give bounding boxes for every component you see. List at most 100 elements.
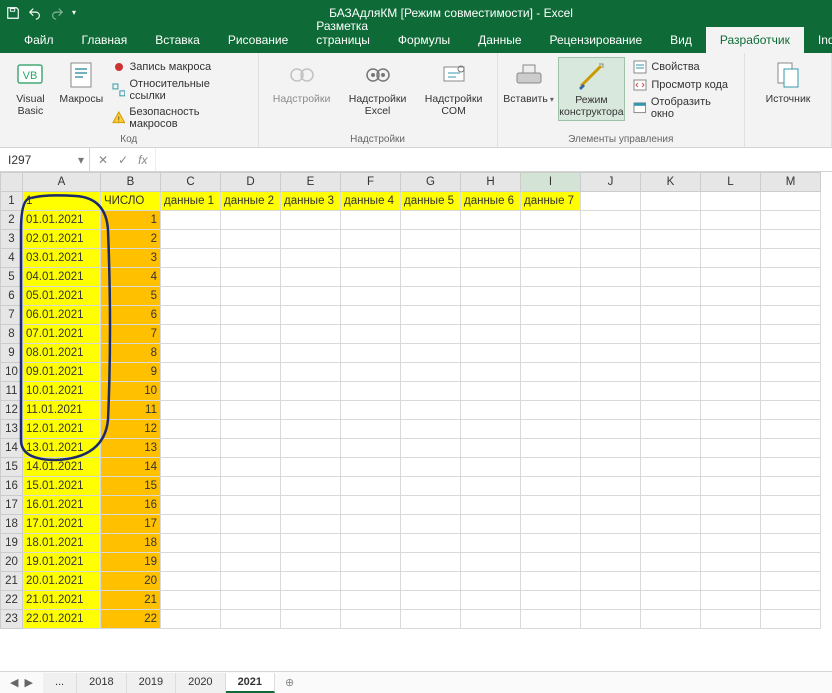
cell[interactable]	[701, 458, 761, 477]
tab-formulas[interactable]: Формулы	[384, 27, 464, 53]
cell[interactable]	[641, 325, 701, 344]
cell[interactable]	[341, 325, 401, 344]
row-header[interactable]: 8	[1, 325, 23, 344]
cell[interactable]	[761, 325, 821, 344]
cell[interactable]	[281, 610, 341, 629]
cell[interactable]	[761, 439, 821, 458]
cell[interactable]	[461, 420, 521, 439]
cell[interactable]	[521, 401, 581, 420]
cell[interactable]	[581, 477, 641, 496]
cell[interactable]: 04.01.2021	[23, 268, 101, 287]
tab-draw[interactable]: Рисование	[214, 27, 302, 53]
cell[interactable]	[641, 363, 701, 382]
column-header-B[interactable]: B	[101, 173, 161, 192]
cell[interactable]	[521, 458, 581, 477]
cell[interactable]	[461, 287, 521, 306]
cell[interactable]	[701, 249, 761, 268]
cell[interactable]: ЧИСЛО	[101, 192, 161, 211]
cell[interactable]	[761, 515, 821, 534]
cell[interactable]	[701, 287, 761, 306]
cell[interactable]	[461, 268, 521, 287]
row-header[interactable]: 7	[1, 306, 23, 325]
cell[interactable]	[341, 515, 401, 534]
cell[interactable]	[401, 420, 461, 439]
cell[interactable]	[521, 553, 581, 572]
cell[interactable]: 11.01.2021	[23, 401, 101, 420]
cell[interactable]	[341, 439, 401, 458]
tab-insert[interactable]: Вставка	[141, 27, 214, 53]
cell[interactable]	[401, 572, 461, 591]
cell[interactable]	[161, 230, 221, 249]
tab-file[interactable]: Файл	[10, 27, 68, 53]
cell[interactable]	[281, 325, 341, 344]
cell[interactable]	[161, 249, 221, 268]
redo-icon[interactable]	[50, 6, 64, 20]
cell[interactable]	[221, 496, 281, 515]
cell[interactable]: 7	[101, 325, 161, 344]
cell[interactable]	[761, 249, 821, 268]
cell[interactable]	[761, 420, 821, 439]
cell[interactable]	[401, 458, 461, 477]
cell[interactable]	[401, 591, 461, 610]
cell[interactable]	[221, 230, 281, 249]
cell[interactable]: 22.01.2021	[23, 610, 101, 629]
cell[interactable]	[761, 211, 821, 230]
cell[interactable]: данные 4	[341, 192, 401, 211]
cell[interactable]	[761, 192, 821, 211]
cell[interactable]	[281, 553, 341, 572]
cell[interactable]	[221, 572, 281, 591]
row-header[interactable]: 17	[1, 496, 23, 515]
cell[interactable]	[401, 534, 461, 553]
cell[interactable]	[221, 610, 281, 629]
cell[interactable]	[281, 477, 341, 496]
cell[interactable]	[761, 477, 821, 496]
cell[interactable]	[641, 515, 701, 534]
sheet-tab-ellipsis[interactable]: ...	[43, 673, 77, 693]
cell[interactable]	[281, 401, 341, 420]
cell[interactable]: 5	[101, 287, 161, 306]
cell[interactable]	[641, 211, 701, 230]
cell[interactable]: 08.01.2021	[23, 344, 101, 363]
column-header-G[interactable]: G	[401, 173, 461, 192]
cell[interactable]	[641, 534, 701, 553]
cell[interactable]	[341, 382, 401, 401]
column-header-J[interactable]: J	[581, 173, 641, 192]
cell[interactable]: 16	[101, 496, 161, 515]
cell[interactable]	[461, 534, 521, 553]
cell[interactable]: 11	[101, 401, 161, 420]
sheet-nav-prev-icon[interactable]: ◀	[10, 676, 18, 689]
cell[interactable]	[581, 249, 641, 268]
cell[interactable]	[521, 325, 581, 344]
cell[interactable]	[581, 534, 641, 553]
cell[interactable]	[521, 420, 581, 439]
cell[interactable]	[221, 344, 281, 363]
cell[interactable]	[581, 591, 641, 610]
cell[interactable]	[581, 496, 641, 515]
cell[interactable]	[761, 363, 821, 382]
column-header-L[interactable]: L	[701, 173, 761, 192]
com-addins-button[interactable]: Надстройки COM	[419, 57, 489, 117]
cell[interactable]	[461, 591, 521, 610]
cell[interactable]	[461, 458, 521, 477]
cell[interactable]	[281, 496, 341, 515]
name-box[interactable]: I297 ▾	[0, 148, 90, 171]
cell[interactable]: 1	[101, 211, 161, 230]
cell[interactable]	[581, 382, 641, 401]
cell[interactable]: 13.01.2021	[23, 439, 101, 458]
cell[interactable]	[221, 477, 281, 496]
excel-addins-button[interactable]: Надстройки Excel	[343, 57, 413, 117]
cell[interactable]	[401, 515, 461, 534]
cell[interactable]: 12	[101, 420, 161, 439]
cell[interactable]	[641, 268, 701, 287]
cell[interactable]	[221, 306, 281, 325]
cell[interactable]	[401, 496, 461, 515]
cell[interactable]	[161, 287, 221, 306]
cell[interactable]	[341, 420, 401, 439]
cell[interactable]	[461, 401, 521, 420]
cell[interactable]	[521, 249, 581, 268]
cell[interactable]	[161, 363, 221, 382]
cell[interactable]	[461, 382, 521, 401]
cell[interactable]	[761, 458, 821, 477]
sheet-tab-2019[interactable]: 2019	[127, 673, 176, 693]
cell[interactable]	[461, 553, 521, 572]
